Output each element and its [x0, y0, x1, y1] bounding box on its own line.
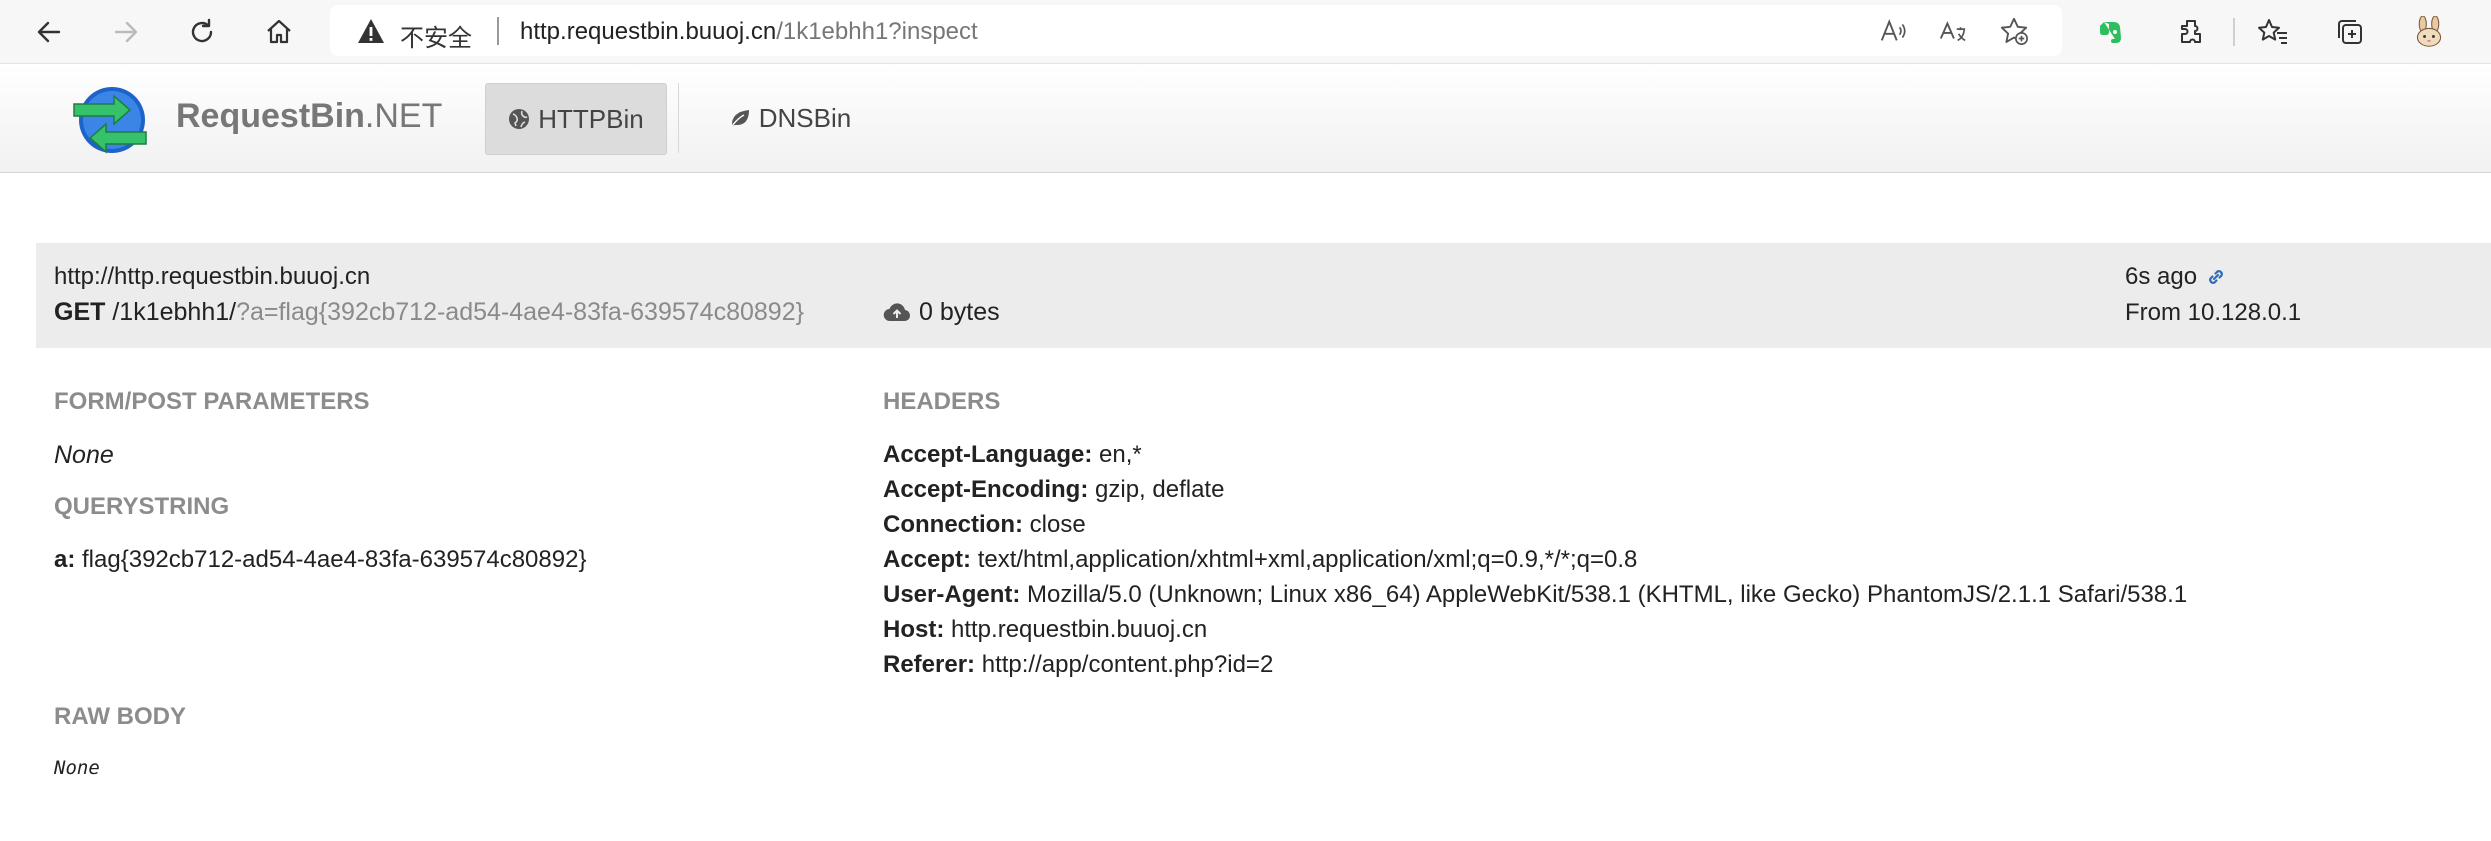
- profile-avatar-icon[interactable]: [2410, 13, 2448, 51]
- header-row: Accept-Encoding: gzip, deflate: [883, 476, 1225, 503]
- header-row: Referer: http://app/content.php?id=2: [883, 651, 1274, 678]
- brand-name[interactable]: RequestBin.NET: [176, 97, 442, 136]
- leaf-icon: [731, 110, 749, 127]
- request-summary: http://http.requestbin.buuoj.cn GET /1k1…: [36, 243, 2491, 348]
- form-post-title: FORM/POST PARAMETERS: [54, 388, 370, 415]
- request-query: ?a=flag{392cb712-ad54-4ae4-83fa-639574c8…: [236, 298, 804, 326]
- globe-icon: [509, 109, 530, 129]
- header-row: Accept: text/html,application/xhtml+xml,…: [883, 546, 1638, 573]
- address-bar[interactable]: 不安全 http.requestbin.buuoj.cn/1k1ebhh1?in…: [330, 5, 2062, 56]
- read-aloud-icon[interactable]: [1875, 13, 1911, 49]
- forward-icon[interactable]: [107, 13, 145, 51]
- headers-title: HEADERS: [883, 388, 1001, 415]
- request-time: 6s ago: [2125, 263, 2227, 291]
- form-post-value: None: [54, 441, 114, 469]
- evernote-icon[interactable]: [2092, 13, 2130, 51]
- url-host: http.requestbin.buuoj.cn: [520, 18, 777, 45]
- header-row: Host: http.requestbin.buuoj.cn: [883, 616, 1208, 643]
- toolbar-divider: [2233, 18, 2235, 46]
- warning-icon[interactable]: [356, 17, 386, 45]
- raw-body-title: RAW BODY: [54, 703, 186, 730]
- request-source: From 10.128.0.1: [2125, 299, 2302, 326]
- request-line: GET /1k1ebhh1/?a=flag{392cb712-ad54-4ae4…: [54, 298, 804, 327]
- raw-body-value: None: [54, 757, 100, 779]
- translate-icon[interactable]: [1935, 13, 1971, 49]
- add-favorite-icon[interactable]: [1996, 13, 2032, 49]
- nav-httpbin[interactable]: HTTPBin: [485, 83, 667, 155]
- querystring-param: a: flag{392cb712-ad54-4ae4-83fa-639574c8…: [54, 546, 587, 573]
- browser-toolbar: 不安全 http.requestbin.buuoj.cn/1k1ebhh1?in…: [0, 0, 2491, 64]
- request-time-value: 6s ago: [2125, 263, 2198, 290]
- address-divider: [497, 17, 499, 45]
- request-path: /1k1ebhh1/: [112, 298, 237, 326]
- refresh-icon[interactable]: [183, 13, 221, 51]
- extensions-icon[interactable]: [2172, 13, 2210, 51]
- permalink-icon[interactable]: [2205, 266, 2227, 288]
- querystring-title: QUERYSTRING: [54, 493, 230, 520]
- back-icon[interactable]: [30, 13, 68, 51]
- nav-dnsbin[interactable]: DNSBin: [700, 83, 880, 153]
- home-icon[interactable]: [260, 13, 298, 51]
- nav-httpbin-label: HTTPBin: [538, 103, 644, 134]
- requestbin-logo[interactable]: [68, 82, 152, 156]
- security-label[interactable]: 不安全: [400, 18, 472, 53]
- nav-divider: [678, 83, 679, 153]
- header-row: Accept-Language: en,*: [883, 441, 1142, 468]
- favorites-icon[interactable]: [2254, 13, 2292, 51]
- request-host: http://http.requestbin.buuoj.cn: [54, 263, 371, 290]
- request-method: GET: [54, 298, 106, 326]
- request-size: 0 bytes: [883, 298, 1000, 327]
- url-path: /1k1ebhh1?inspect: [776, 18, 978, 45]
- url-text[interactable]: http.requestbin.buuoj.cn/1k1ebhh1?inspec…: [520, 18, 978, 46]
- header-row: Connection: close: [883, 511, 1086, 538]
- site-navbar: RequestBin.NET HTTPBin DNSBin: [0, 64, 2491, 173]
- collections-icon[interactable]: [2331, 13, 2369, 51]
- header-row: User-Agent: Mozilla/5.0 (Unknown; Linux …: [883, 581, 2188, 608]
- cloud-upload-icon: [883, 302, 911, 321]
- nav-dnsbin-label: DNSBin: [758, 102, 852, 133]
- request-size-value: 0 bytes: [919, 298, 1000, 326]
